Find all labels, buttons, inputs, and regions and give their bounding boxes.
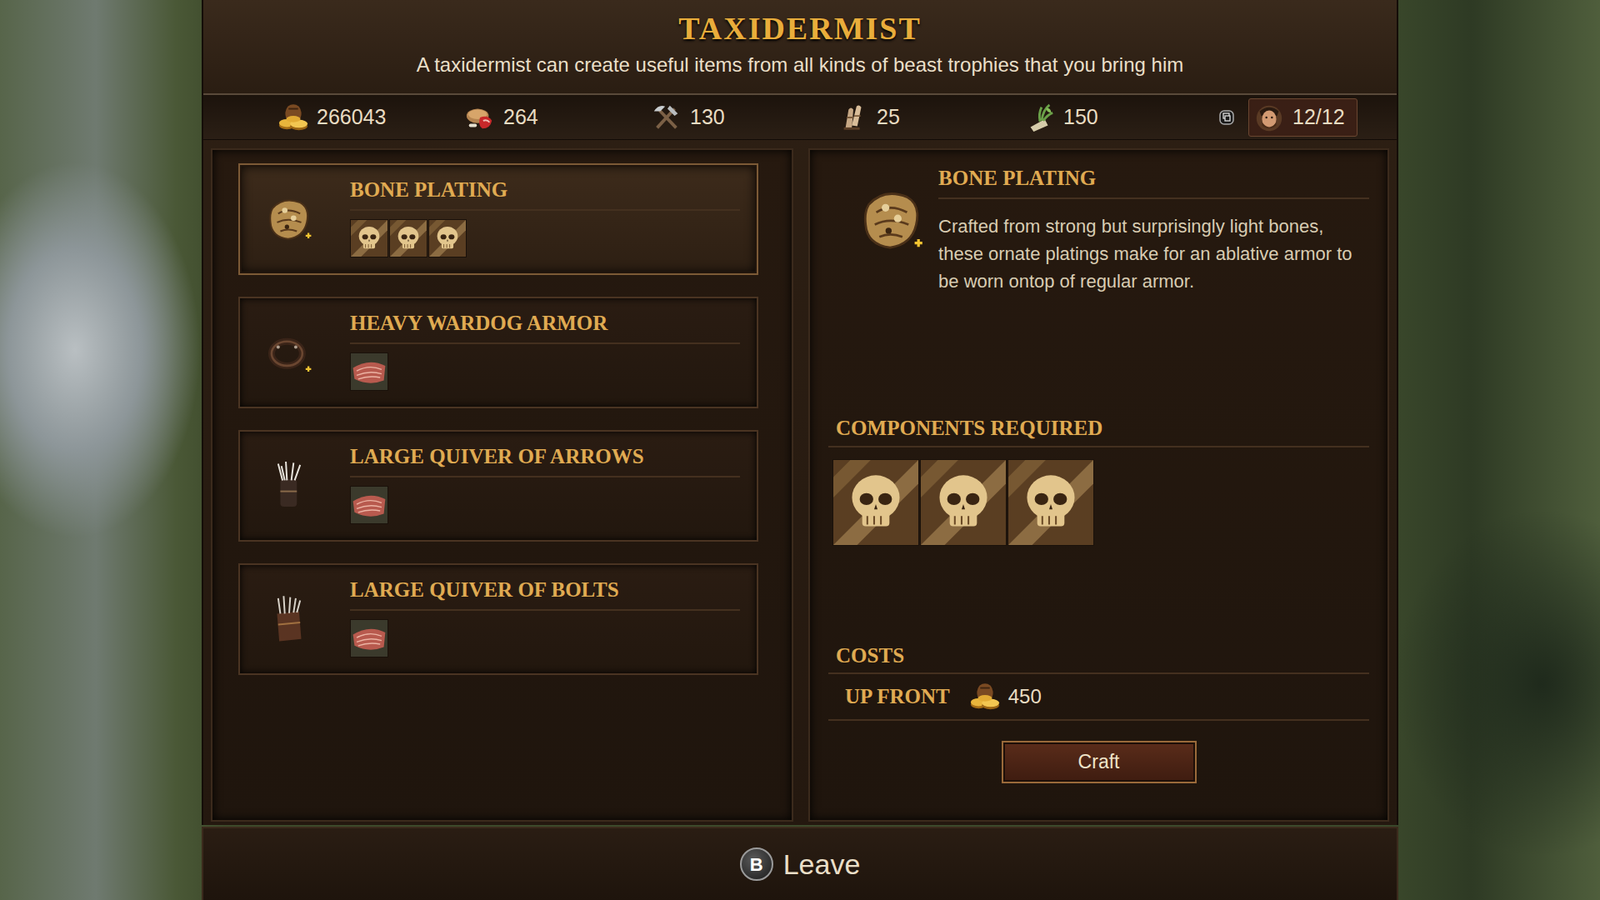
detail-description: Crafted from strong but surprisingly lig… <box>938 212 1370 295</box>
leave-button[interactable]: B Leave <box>201 826 1399 900</box>
skull-icon <box>1007 459 1095 546</box>
recipe-item[interactable]: LARGE QUIVER OF ARROWS <box>238 430 759 542</box>
hide-icon <box>350 619 389 658</box>
recipe-item[interactable]: BONE PLATING <box>238 163 759 275</box>
costs-heading: COSTS <box>828 642 1370 675</box>
roster-count: 12/12 <box>1292 101 1345 134</box>
recipe-name: BONE PLATING <box>350 176 740 211</box>
resource-roster: 12/12 <box>1210 98 1397 137</box>
resource-food: 264 <box>463 100 650 135</box>
roster-button[interactable]: 12/12 <box>1210 98 1358 137</box>
components-heading: COMPONENTS REQUIRED <box>828 415 1370 448</box>
skull-icon <box>350 219 389 258</box>
portrait-icon <box>1252 100 1286 135</box>
recipe-body: LARGE QUIVER OF ARROWS <box>338 431 757 540</box>
medicine-icon <box>836 100 870 135</box>
recipe-body: LARGE QUIVER OF BOLTS <box>338 565 757 674</box>
resource-value: 264 <box>503 101 539 134</box>
cost-value: 450 <box>968 680 1042 714</box>
craft-button[interactable]: Craft <box>1001 740 1197 784</box>
window-title: TAXIDERMIST <box>203 11 1397 47</box>
recipe-name: LARGE QUIVER OF ARROWS <box>350 443 740 478</box>
component-list <box>350 219 740 258</box>
detail-head: BONE PLATING Crafted from strong but surp… <box>828 165 1370 415</box>
crowns-icon <box>968 680 1002 714</box>
resource-bar: 266043 264 130 25 150 12/12 <box>203 93 1397 140</box>
plating-icon <box>240 165 339 274</box>
tools-icon <box>650 100 684 135</box>
skull-icon <box>920 459 1007 546</box>
dogarmor-icon <box>240 298 339 407</box>
leave-label: Leave <box>783 847 861 882</box>
taxidermist-window: TAXIDERMIST A taxidermist can create usef… <box>201 0 1399 900</box>
recipe-name: LARGE QUIVER OF BOLTS <box>350 576 740 611</box>
required-components <box>832 459 1370 546</box>
recipe-item[interactable]: HEAVY WARDOG ARMOR <box>238 296 759 409</box>
component-list <box>350 619 740 658</box>
hide-icon <box>350 352 389 391</box>
detail-panel: BONE PLATING Crafted from strong but surp… <box>808 148 1390 822</box>
resource-value: 25 <box>876 101 900 134</box>
cost-label: UP FRONT <box>845 680 950 713</box>
crowns-icon <box>276 100 310 135</box>
detail-text: BONE PLATING Crafted from strong but surp… <box>938 165 1370 415</box>
resource-value: 150 <box>1063 101 1099 134</box>
recipe-body: HEAVY WARDOG ARMOR <box>338 298 757 407</box>
content: BONE PLATING HEAVY WARDOG ARMOR LARGE QUIV… <box>203 140 1397 825</box>
cost-amount: 450 <box>1008 681 1042 712</box>
resource-ammo: 150 <box>1023 100 1210 135</box>
resource-medicine: 25 <box>836 100 1024 135</box>
craft-area: Craft <box>828 740 1370 784</box>
plating-icon <box>828 165 939 415</box>
detail-title: BONE PLATING <box>938 165 1370 200</box>
recipe-list: BONE PLATING HEAVY WARDOG ARMOR LARGE QUIV… <box>210 148 794 822</box>
component-list <box>350 485 740 525</box>
header: TAXIDERMIST A taxidermist can create usef… <box>203 0 1397 94</box>
arrows-icon <box>240 431 339 540</box>
resource-crowns: 266043 <box>276 100 464 135</box>
food-icon <box>463 100 497 135</box>
main-panel: TAXIDERMIST A taxidermist can create usef… <box>201 0 1399 825</box>
recipe-name: HEAVY WARDOG ARMOR <box>350 310 740 345</box>
switch-icon <box>1210 100 1244 135</box>
window-subtitle: A taxidermist can create useful items fr… <box>203 51 1397 78</box>
b-key-icon: B <box>740 847 774 881</box>
component-list <box>350 352 740 391</box>
recipe-item[interactable]: LARGE QUIVER OF BOLTS <box>238 563 759 675</box>
roster-box: 12/12 <box>1248 98 1358 137</box>
skull-icon <box>389 219 428 258</box>
costs-section: COSTS UP FRONT 450 Craft <box>828 642 1370 784</box>
cost-row: UP FRONT 450 <box>828 674 1370 721</box>
ammo-icon <box>1023 100 1057 135</box>
hide-icon <box>350 485 389 525</box>
resource-value: 130 <box>690 101 725 134</box>
skull-icon <box>832 459 920 546</box>
resource-tools: 130 <box>650 100 837 135</box>
skull-icon <box>428 219 467 258</box>
resource-value: 266043 <box>316 101 386 134</box>
bolts-icon <box>240 565 339 674</box>
recipe-body: BONE PLATING <box>338 165 757 274</box>
